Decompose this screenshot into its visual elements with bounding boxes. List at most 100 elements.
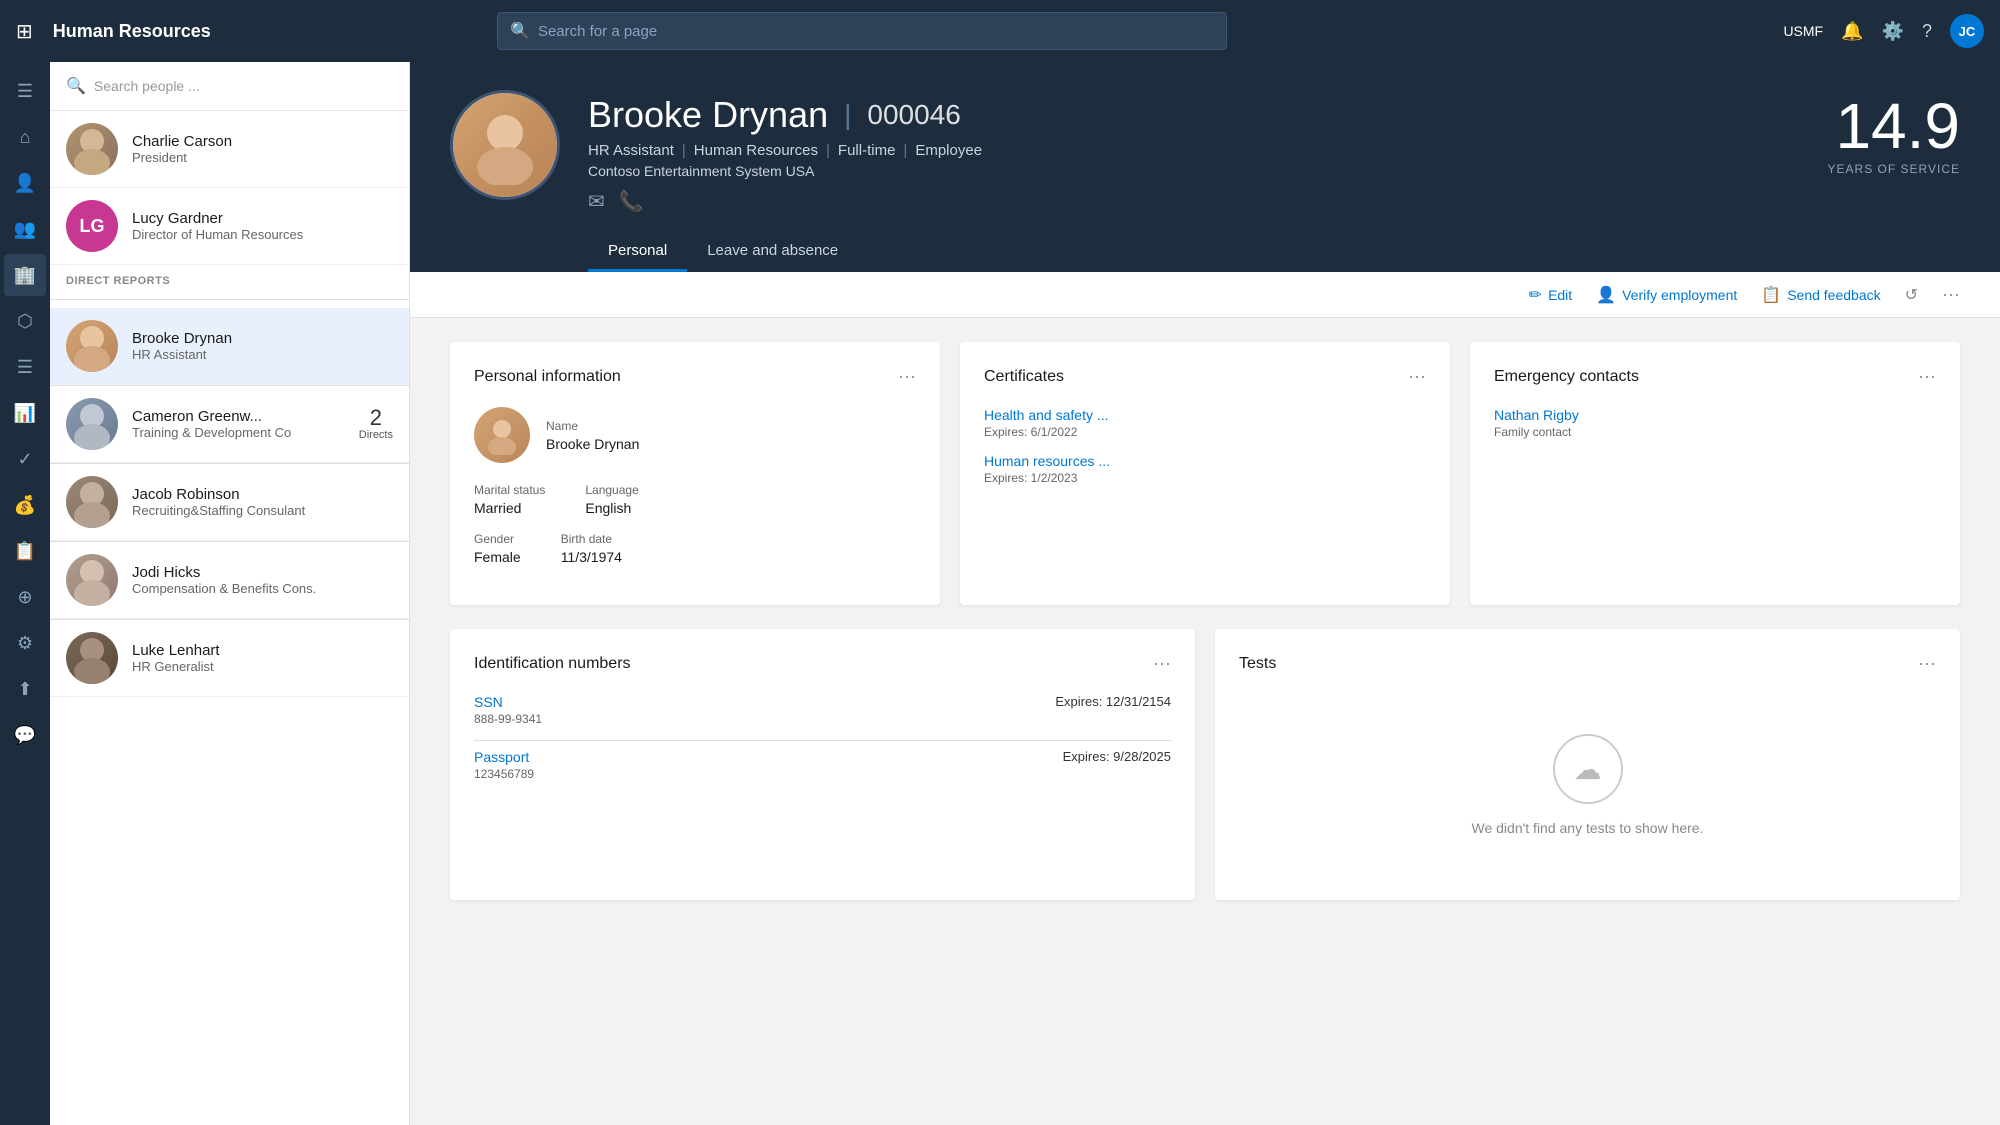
nav-home[interactable]: ☰ <box>4 70 46 112</box>
profile-tabs: Personal Leave and absence <box>588 232 1800 272</box>
brooke-sidebar-title: HR Assistant <box>132 347 393 362</box>
person-item-brooke[interactable]: Brooke Drynan HR Assistant <box>50 308 409 385</box>
cert-item-1: Health and safety ... Expires: 6/1/2022 <box>984 407 1426 439</box>
nav-reports[interactable]: 📋 <box>4 530 46 572</box>
profile-header: Brooke Drynan | 000046 HR Assistant | Hu… <box>410 62 2000 272</box>
nav-hr[interactable]: 🏢 <box>4 254 46 296</box>
refresh-icon[interactable]: ↺ <box>1905 285 1918 305</box>
profile-company: Contoso Entertainment System USA <box>588 163 1800 179</box>
region-selector[interactable]: USMF <box>1783 23 1823 39</box>
nav-teams[interactable]: ⬡ <box>4 300 46 342</box>
ssn-link[interactable]: SSN <box>474 694 542 710</box>
profile-photo-inner <box>453 93 557 197</box>
help-icon[interactable]: ? <box>1922 21 1932 42</box>
gender-label: Gender <box>474 532 521 546</box>
notifications-icon[interactable]: 🔔 <box>1841 21 1863 42</box>
identification-title: Identification numbers <box>474 655 631 673</box>
top-nav-right: USMF 🔔 ⚙️ ? JC <box>1783 14 1984 48</box>
nav-analytics[interactable]: 📊 <box>4 392 46 434</box>
content-toolbar: ✏ Edit 👤 Verify employment 📋 Send feedba… <box>410 272 2000 318</box>
birth-label: Birth date <box>561 532 622 546</box>
nav-settings2[interactable]: ⚙ <box>4 622 46 664</box>
feedback-icon: 📋 <box>1761 285 1781 305</box>
lucy-avatar: LG <box>66 200 118 252</box>
years-of-service: 14.9 YEARS OF SERVICE <box>1828 90 1960 176</box>
email-icon[interactable]: ✉ <box>588 189 605 214</box>
gender-birth-row: Gender Female Birth date 11/3/1974 <box>474 532 916 565</box>
tests-title: Tests <box>1239 655 1276 673</box>
cert-link-2[interactable]: Human resources ... <box>984 453 1426 469</box>
language-label: Language <box>585 483 638 497</box>
nav-feedback[interactable]: 💬 <box>4 714 46 756</box>
apps-grid-icon[interactable]: ⊞ <box>16 19 33 44</box>
tests-menu[interactable]: ··· <box>1918 653 1936 674</box>
nav-more[interactable]: ⊕ <box>4 576 46 618</box>
nav-payroll[interactable]: 💰 <box>4 484 46 526</box>
certificates-menu[interactable]: ··· <box>1408 366 1426 387</box>
person-item-charlie[interactable]: Charlie Carson President <box>50 111 409 188</box>
person-item-jacob[interactable]: Jacob Robinson Recruiting&Staffing Consu… <box>50 464 409 541</box>
edit-button[interactable]: ✏ Edit <box>1529 285 1573 305</box>
search-input[interactable] <box>538 23 1214 40</box>
send-feedback-button[interactable]: 📋 Send feedback <box>1761 285 1880 305</box>
personal-info-photo-row: Name Brooke Drynan <box>474 407 916 463</box>
tab-personal[interactable]: Personal <box>588 232 687 272</box>
contact-name-1[interactable]: Nathan Rigby <box>1494 407 1936 423</box>
jodi-avatar <box>66 554 118 606</box>
people-search-icon: 🔍 <box>66 76 86 96</box>
personal-info-header: Personal information ··· <box>474 366 916 387</box>
global-search-box[interactable]: 🔍 <box>497 12 1227 50</box>
charlie-name: Charlie Carson <box>132 133 393 150</box>
sidebar: 🔍 Charlie Carson President LG Lucy Gardn… <box>50 62 410 1125</box>
cameron-avatar <box>66 398 118 450</box>
cert-expires-2: Expires: 1/2/2023 <box>984 471 1426 485</box>
nav-people[interactable]: 👤 <box>4 162 46 204</box>
birth-group: Birth date 11/3/1974 <box>561 532 622 565</box>
settings-icon[interactable]: ⚙️ <box>1882 21 1904 42</box>
identification-menu[interactable]: ··· <box>1153 653 1171 674</box>
personal-info-menu[interactable]: ··· <box>898 366 916 387</box>
nav-hierarchy[interactable]: ⬆ <box>4 668 46 710</box>
user-avatar[interactable]: JC <box>1950 14 1984 48</box>
phone-icon[interactable]: 📞 <box>619 189 644 214</box>
profile-name-row: Brooke Drynan | 000046 <box>588 94 1800 136</box>
nav-compliance[interactable]: ✓ <box>4 438 46 480</box>
profile-photo <box>450 90 560 200</box>
profile-job-title: HR Assistant <box>588 142 674 159</box>
emergency-contacts-menu[interactable]: ··· <box>1918 366 1936 387</box>
brooke-sidebar-avatar <box>66 320 118 372</box>
more-options-icon[interactable]: ··· <box>1942 284 1960 305</box>
tests-card: Tests ··· ☁ We didn't find any tests to … <box>1215 629 1960 900</box>
profile-role: Employee <box>915 142 982 159</box>
id-item-passport: Passport 123456789 Expires: 9/28/2025 <box>474 749 1171 781</box>
verify-employment-button[interactable]: 👤 Verify employment <box>1596 285 1737 305</box>
top-navigation: ⊞ Human Resources 🔍 USMF 🔔 ⚙️ ? JC <box>0 0 2000 62</box>
personal-info-card: Personal information ··· Name Brooke Dry… <box>450 342 940 605</box>
personal-info-title: Personal information <box>474 368 621 386</box>
cert-item-2: Human resources ... Expires: 1/2/2023 <box>984 453 1426 485</box>
tab-leave-absence[interactable]: Leave and absence <box>687 232 858 272</box>
profile-name: Brooke Drynan <box>588 94 828 136</box>
person-item-jodi[interactable]: Jodi Hicks Compensation & Benefits Cons. <box>50 542 409 619</box>
id-row-ssn: SSN 888-99-9341 Expires: 12/31/2154 <box>474 694 1171 726</box>
cameron-info: Cameron Greenw... Training & Development… <box>132 408 345 440</box>
nav-tasks[interactable]: ☰ <box>4 346 46 388</box>
nav-dashboard[interactable]: ⌂ <box>4 116 46 158</box>
brooke-sidebar-name: Brooke Drynan <box>132 330 393 347</box>
content-area: Personal information ··· Name Brooke Dry… <box>410 318 2000 1125</box>
luke-info: Luke Lenhart HR Generalist <box>132 642 393 674</box>
emergency-contacts-title: Emergency contacts <box>1494 368 1639 386</box>
identification-card: Identification numbers ··· SSN 888-99-93… <box>450 629 1195 900</box>
person-item-luke[interactable]: Luke Lenhart HR Generalist <box>50 620 409 697</box>
emergency-contacts-card: Emergency contacts ··· Nathan Rigby Fami… <box>1470 342 1960 605</box>
person-item-cameron[interactable]: Cameron Greenw... Training & Development… <box>50 386 409 463</box>
passport-link[interactable]: Passport <box>474 749 534 765</box>
people-search-input[interactable] <box>94 78 393 94</box>
people-search-box[interactable]: 🔍 <box>50 62 409 111</box>
person-item-lucy[interactable]: LG Lucy Gardner Director of Human Resour… <box>50 188 409 265</box>
nav-org[interactable]: 👥 <box>4 208 46 250</box>
cameron-name: Cameron Greenw... <box>132 408 345 425</box>
years-number: 14.9 <box>1828 94 1960 158</box>
lucy-name: Lucy Gardner <box>132 210 393 227</box>
cert-link-1[interactable]: Health and safety ... <box>984 407 1426 423</box>
